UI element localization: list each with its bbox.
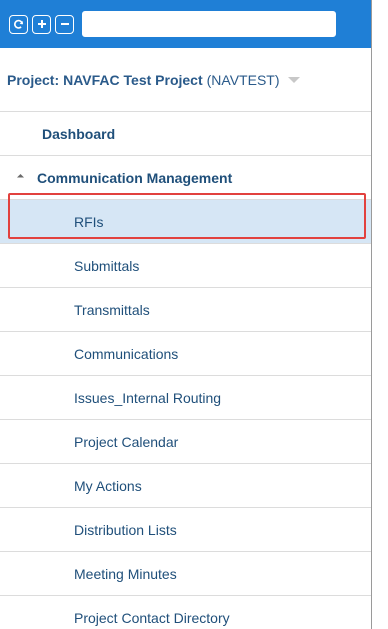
chevron-down-icon[interactable] [287,76,300,83]
nav-item-label: My Actions [74,477,142,494]
nav-toolbar [0,0,371,48]
nav-item-label: Transmittals [74,301,150,318]
nav-item-label: Submittals [74,257,140,274]
nav-item-project-contact-directory[interactable]: Project Contact Directory [0,596,371,629]
nav-item-label: Project Calendar [74,433,179,450]
nav-group-communication-management[interactable]: Communication Management [0,156,371,200]
nav-item-label: Communications [74,345,179,362]
nav-item-label: Meeting Minutes [74,565,177,582]
plus-icon [37,20,46,28]
nav-item-communications[interactable]: Communications [0,332,371,376]
nav-item-rfis[interactable]: RFIs [0,200,371,244]
navigation-panel: Project: NAVFAC Test Project (NAVTEST) D… [0,0,372,629]
nav-item-label: RFIs [74,213,104,230]
project-selector[interactable]: Project: NAVFAC Test Project (NAVTEST) [0,48,371,112]
project-code: (NAVTEST) [206,71,280,88]
refresh-icon [14,19,23,29]
nav-item-issues-internal-routing[interactable]: Issues_Internal Routing [0,376,371,420]
refresh-button[interactable] [9,14,28,34]
collapse-all-button[interactable] [55,14,74,34]
expanded-triangle-icon[interactable] [16,173,25,182]
expand-all-button[interactable] [32,14,51,34]
nav-item-label: Dashboard [42,125,116,142]
search-input[interactable] [82,11,336,37]
project-label: Project: [7,71,60,88]
nav-item-label: Issues_Internal Routing [74,389,222,406]
nav-item-label: Project Contact Directory [74,609,230,626]
nav-item-my-actions[interactable]: My Actions [0,464,371,508]
project-name: NAVFAC Test Project [63,71,203,88]
nav-item-meeting-minutes[interactable]: Meeting Minutes [0,552,371,596]
nav-item-transmittals[interactable]: Transmittals [0,288,371,332]
nav-item-project-calendar[interactable]: Project Calendar [0,420,371,464]
minus-icon [60,23,69,25]
nav-item-label: Distribution Lists [74,521,177,538]
nav-item-submittals[interactable]: Submittals [0,244,371,288]
nav-item-dashboard[interactable]: Dashboard [0,112,371,156]
nav-group-label: Communication Management [37,169,233,186]
nav-item-distribution-lists[interactable]: Distribution Lists [0,508,371,552]
